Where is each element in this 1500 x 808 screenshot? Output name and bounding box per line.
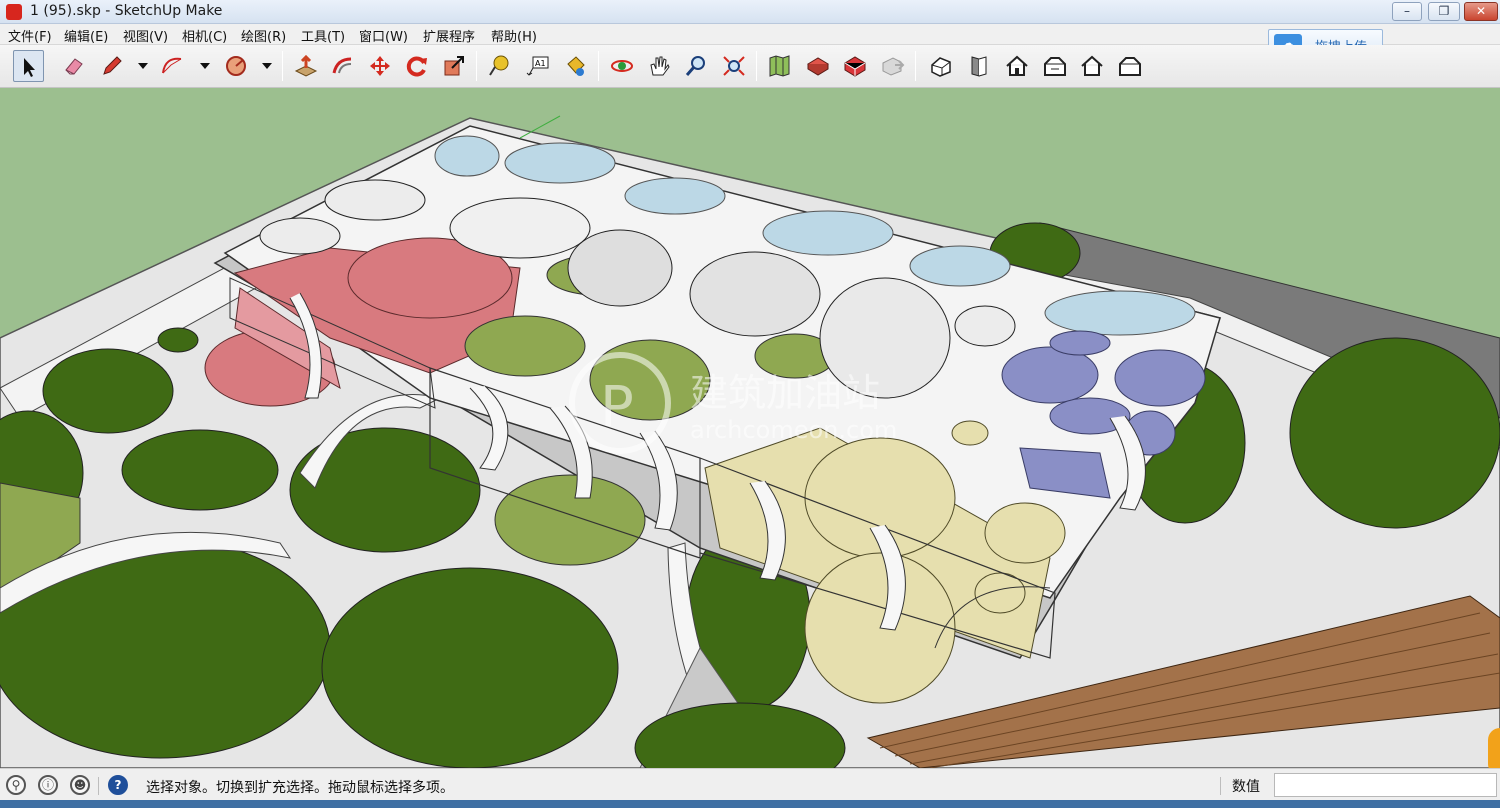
toolbar-separator <box>282 51 283 81</box>
menu-draw[interactable]: 绘图(R) <box>241 26 286 45</box>
status-separator <box>1220 777 1221 795</box>
iso-house-icon <box>931 57 951 77</box>
side-panel-handle[interactable] <box>1488 728 1500 768</box>
menu-help[interactable]: 帮助(H) <box>491 26 537 45</box>
rotate-tool[interactable] <box>402 50 433 82</box>
back-house-icon <box>1081 55 1103 76</box>
pan-tool[interactable] <box>643 50 674 82</box>
svg-text:P: P <box>600 375 634 440</box>
eraser-tool[interactable] <box>59 50 90 82</box>
pencil-icon <box>103 56 122 75</box>
help-icon[interactable]: ? <box>108 775 128 795</box>
title-bar: 1 (95).skp - SketchUp Make – ❐ ✕ <box>0 0 1500 24</box>
credits-icon[interactable]: ⓘ <box>38 775 58 795</box>
minimize-button[interactable]: – <box>1392 2 1422 21</box>
right-view-button[interactable] <box>1039 50 1070 82</box>
share-model-icon <box>882 57 905 76</box>
svg-text:A1: A1 <box>535 59 546 68</box>
tape-measure-icon <box>489 55 509 76</box>
text-tool[interactable]: A1 <box>522 50 553 82</box>
move-arrows-icon <box>370 56 390 76</box>
windows-taskbar <box>0 800 1500 808</box>
menu-tools[interactable]: 工具(T) <box>301 26 345 45</box>
left-house-icon <box>1119 57 1141 76</box>
push-pull-tool[interactable] <box>290 50 321 82</box>
select-tool[interactable] <box>13 50 44 82</box>
geo-location-icon[interactable]: ⚲ <box>6 775 26 795</box>
menu-extensions[interactable]: 扩展程序 <box>423 26 475 45</box>
main-toolbar: A1 <box>0 45 1500 88</box>
watermark-title: 建筑加油站 <box>690 371 880 415</box>
user-icon[interactable]: ☻ <box>70 775 90 795</box>
right-house-icon <box>1044 57 1066 76</box>
offset-icon <box>332 57 352 74</box>
magnifier-icon <box>685 56 705 76</box>
front-house-icon <box>1006 55 1028 76</box>
tape-measure-tool[interactable] <box>484 50 515 82</box>
status-separator <box>98 777 99 795</box>
model-viewport[interactable]: P 建筑加油站 archcomeon.com <box>0 88 1500 768</box>
scale-tool[interactable] <box>439 50 470 82</box>
menu-edit[interactable]: 编辑(E) <box>64 26 108 45</box>
add-location-tool[interactable] <box>764 50 795 82</box>
paint-bucket-tool[interactable] <box>560 50 591 82</box>
back-view-button[interactable] <box>1076 50 1107 82</box>
toolbar-separator <box>476 51 477 81</box>
close-button[interactable]: ✕ <box>1464 2 1498 21</box>
offset-tool[interactable] <box>327 50 358 82</box>
hand-icon <box>650 56 670 76</box>
window-title: 1 (95).skp - SketchUp Make <box>30 3 223 19</box>
orbit-tool[interactable] <box>606 50 637 82</box>
iso-view-button[interactable] <box>926 50 957 82</box>
chevron-down-icon[interactable] <box>137 60 149 72</box>
rotate-icon <box>406 56 427 77</box>
paint-bucket-icon <box>567 56 585 76</box>
sketchup-app-icon <box>6 4 22 20</box>
toolbar-separator <box>756 51 757 81</box>
top-view-button[interactable] <box>963 50 994 82</box>
top-view-icon <box>971 56 987 77</box>
watermark-overlay: P 建筑加油站 archcomeon.com <box>569 352 897 454</box>
map-icon <box>769 55 790 77</box>
share-model-tool[interactable] <box>877 50 908 82</box>
status-bar: ⚲ ⓘ ☻ ? 选择对象。切换到扩充选择。拖动鼠标选择多项。 数值 <box>0 768 1500 800</box>
menu-window[interactable]: 窗口(W) <box>359 26 408 45</box>
3d-warehouse-tool[interactable] <box>839 50 870 82</box>
front-view-button[interactable] <box>1001 50 1032 82</box>
push-pull-icon <box>294 55 318 77</box>
line-tool[interactable] <box>97 50 128 82</box>
watermark-url: archcomeon.com <box>690 416 897 444</box>
left-view-button[interactable] <box>1114 50 1145 82</box>
photo-textures-tool[interactable] <box>802 50 833 82</box>
zoom-extents-tool[interactable] <box>718 50 749 82</box>
measurements-label: 数值 <box>1232 779 1260 795</box>
menu-camera[interactable]: 相机(C) <box>182 26 227 45</box>
move-tool[interactable] <box>365 50 396 82</box>
scale-icon <box>444 56 464 76</box>
status-message: 选择对象。切换到扩充选择。拖动鼠标选择多项。 <box>146 780 454 796</box>
polygon-icon <box>226 56 246 76</box>
cursor-arrow-icon <box>24 58 35 77</box>
toolbar-separator <box>915 51 916 81</box>
photo-textures-icon <box>807 57 829 76</box>
zoom-tool[interactable] <box>681 50 712 82</box>
chevron-down-icon[interactable] <box>261 60 273 72</box>
menu-file[interactable]: 文件(F) <box>8 26 52 45</box>
shape-tool[interactable] <box>221 50 252 82</box>
chevron-down-icon[interactable] <box>199 60 211 72</box>
warehouse-icon <box>844 56 866 77</box>
arc-tool[interactable] <box>157 50 188 82</box>
zoom-extents-icon <box>723 56 745 76</box>
menu-view[interactable]: 视图(V) <box>123 26 168 45</box>
eraser-icon <box>65 58 83 75</box>
measurements-input[interactable] <box>1274 773 1497 797</box>
orbit-icon <box>611 60 633 72</box>
toolbar-separator <box>598 51 599 81</box>
text-label-icon: A1 <box>526 56 549 76</box>
arc-icon <box>162 57 182 74</box>
maximize-button[interactable]: ❐ <box>1428 2 1460 21</box>
